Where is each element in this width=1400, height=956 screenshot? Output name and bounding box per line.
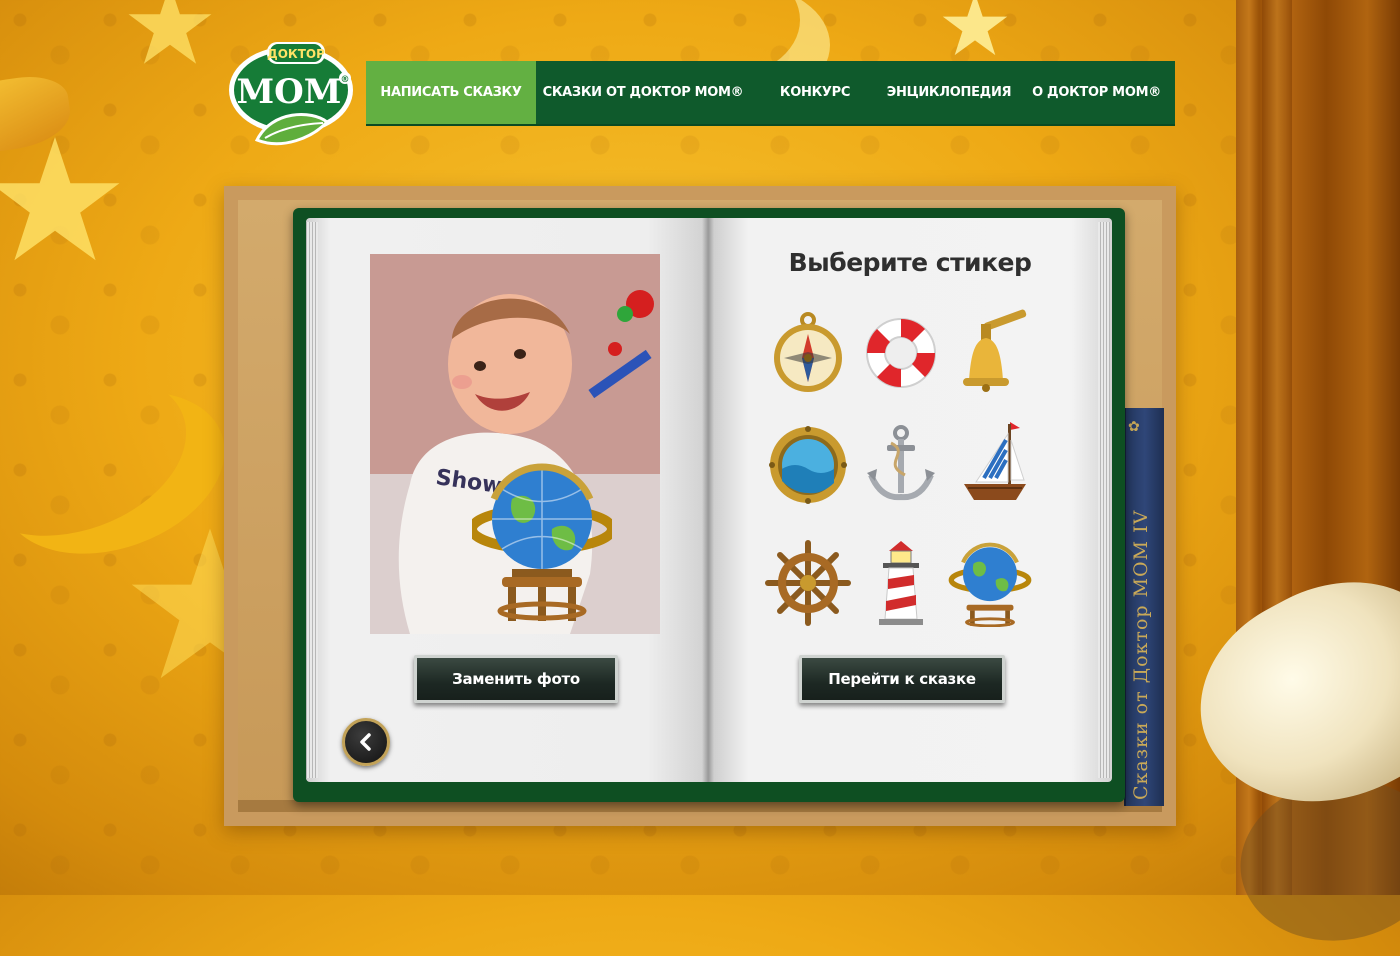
anchor-icon: [867, 425, 935, 501]
sticker-porthole[interactable]: [763, 420, 853, 510]
shelf-book-title: Сказки от Доктор МОМ IV: [1130, 509, 1152, 800]
compass-icon: [774, 312, 842, 392]
sticker-sailboat[interactable]: [945, 420, 1035, 510]
lifebuoy-icon: [866, 318, 936, 388]
sailboat-icon: [964, 422, 1026, 500]
svg-text:®: ®: [341, 75, 350, 85]
lighthouse-icon: [879, 541, 923, 625]
ship-wheel-icon: [765, 540, 851, 626]
nav-item-encyclopedia[interactable]: ЭНЦИКЛОПЕДИЯ: [880, 61, 1018, 124]
sticker-lighthouse[interactable]: [856, 538, 946, 628]
chevron-left-icon: [360, 733, 371, 751]
main-nav: НАПИСАТЬ СКАЗКУ СКАЗКИ ОТ ДОКТОР МОМ® КО…: [366, 61, 1175, 126]
applied-globe-sticker[interactable]: [467, 459, 617, 634]
star-decoration: [0, 137, 120, 261]
flower-icon: ✿: [1128, 418, 1140, 434]
nav-item-contest[interactable]: КОНКУРС: [750, 61, 880, 124]
sticker-ship-wheel[interactable]: [763, 538, 853, 628]
logo-top-text: ДОКТОР: [267, 47, 325, 61]
sticker-ship-bell[interactable]: [945, 306, 1035, 396]
go-to-tale-button[interactable]: Перейти к сказке: [799, 655, 1005, 703]
porthole-icon: [769, 426, 847, 504]
page-edges: [1098, 222, 1110, 778]
nav-item-tales[interactable]: СКАЗКИ ОТ ДОКТОР МОМ®: [536, 61, 750, 124]
book-spine: [702, 218, 714, 782]
nav-item-write-tale[interactable]: НАПИСАТЬ СКАЗКУ: [366, 61, 536, 124]
back-button[interactable]: [342, 718, 390, 766]
star-decoration: [128, 0, 212, 64]
sticker-compass[interactable]: [763, 308, 853, 398]
sticker-lifebuoy[interactable]: [856, 308, 946, 398]
sticker-anchor[interactable]: [856, 420, 946, 510]
logo-main-text: МОМ: [237, 72, 342, 112]
ship-bell-icon: [963, 309, 1027, 392]
nav-item-about[interactable]: О ДОКТОР МОМ®: [1018, 61, 1175, 124]
star-decoration: [942, 0, 1008, 56]
page-edges: [306, 222, 318, 778]
replace-photo-button[interactable]: Заменить фото: [414, 655, 618, 703]
baby-photo: Show: [370, 254, 660, 634]
sticker-globe[interactable]: [945, 538, 1035, 628]
brand-logo[interactable]: ДОКТОР МОМ ®: [227, 40, 363, 160]
sticker-heading: Выберите стикер: [788, 248, 1032, 277]
globe-icon: [948, 542, 1032, 627]
